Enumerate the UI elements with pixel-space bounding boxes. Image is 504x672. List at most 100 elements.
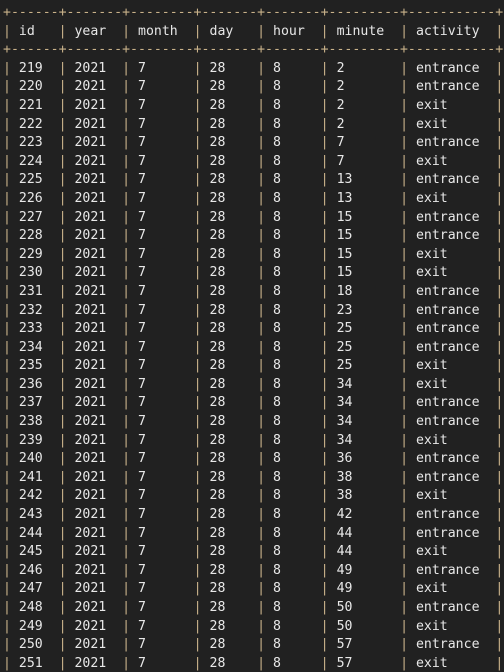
- table-row: | 234 | 2021 | 7 | 28 | 8 | 25 | entranc…: [0, 339, 504, 358]
- cell-day: 28: [201, 265, 258, 281]
- cell-activity: entrance: [408, 507, 496, 523]
- cell-hour: 8: [265, 637, 321, 653]
- cell-year: 2021: [66, 469, 123, 485]
- cell-activity: exit: [408, 116, 496, 132]
- cell-day: 28: [201, 451, 258, 467]
- column-separator: |: [320, 655, 329, 671]
- column-separator: |: [400, 655, 409, 671]
- column-separator: |: [3, 172, 11, 188]
- table-row: | 247 | 2021 | 7 | 28 | 8 | 49 | exit | …: [0, 580, 504, 599]
- column-separator: |: [3, 246, 11, 262]
- cell-hour: 8: [265, 97, 321, 113]
- cell-id: 227: [10, 209, 59, 225]
- column-separator: |: [400, 172, 409, 188]
- cell-day: 28: [201, 79, 258, 95]
- cell-month: 7: [130, 600, 194, 615]
- cell-hour: 8: [265, 153, 321, 169]
- cell-activity: exit: [408, 358, 496, 374]
- cell-activity: exit: [408, 544, 496, 560]
- cell-id: 246: [10, 562, 59, 578]
- cell-id: 224: [10, 153, 59, 169]
- cell-month: 7: [130, 525, 194, 541]
- cell-minute: 50: [328, 618, 401, 634]
- column-separator: |: [3, 97, 11, 113]
- table-row: | 231 | 2021 | 7 | 28 | 8 | 18 | entranc…: [0, 283, 504, 302]
- column-separator: |: [193, 321, 202, 337]
- cell-month: 7: [130, 209, 194, 225]
- column-separator: |: [193, 544, 202, 560]
- cell-minute: 18: [328, 283, 401, 299]
- cell-month: 7: [130, 395, 194, 411]
- column-separator: |: [122, 265, 131, 281]
- column-separator: |: [320, 432, 329, 448]
- cell-day: 28: [201, 135, 258, 151]
- column-separator: |: [400, 209, 409, 225]
- column-separator: |: [400, 190, 409, 206]
- column-header-minute: minute: [328, 23, 401, 39]
- column-separator: |: [122, 79, 131, 95]
- column-separator: |: [3, 451, 11, 467]
- column-separator: |: [400, 135, 409, 151]
- column-separator: |: [193, 283, 202, 299]
- cell-year: 2021: [66, 190, 123, 206]
- table-row: | 226 | 2021 | 7 | 28 | 8 | 13 | exit | …: [0, 190, 504, 209]
- column-separator: |: [58, 525, 67, 541]
- cell-day: 28: [201, 246, 258, 262]
- cell-month: 7: [130, 507, 194, 523]
- cell-minute: 2: [328, 79, 401, 95]
- column-separator: |: [257, 507, 266, 523]
- cell-hour: 8: [265, 321, 321, 337]
- column-separator: |: [257, 618, 266, 634]
- column-separator: |: [257, 302, 266, 318]
- cell-activity: entrance: [408, 525, 496, 541]
- cell-id: 250: [10, 637, 59, 653]
- column-separator: |: [3, 376, 11, 392]
- cell-activity: entrance: [408, 637, 496, 653]
- table-row: | 227 | 2021 | 7 | 28 | 8 | 15 | entranc…: [0, 209, 504, 228]
- column-separator: |: [122, 190, 131, 206]
- table-row: | 221 | 2021 | 7 | 28 | 8 | 2 | exit | 1…: [0, 97, 504, 116]
- column-separator: |: [257, 97, 266, 113]
- column-separator: |: [320, 395, 329, 411]
- table-row: | 245 | 2021 | 7 | 28 | 8 | 44 | exit | …: [0, 543, 504, 562]
- column-separator: |: [58, 321, 67, 337]
- cell-year: 2021: [66, 395, 123, 411]
- cell-year: 2021: [66, 209, 123, 225]
- column-separator: |: [122, 414, 131, 430]
- cell-minute: 7: [328, 135, 401, 151]
- column-separator: |: [320, 60, 329, 76]
- column-separator: |: [122, 321, 131, 337]
- cell-month: 7: [130, 97, 194, 113]
- cell-year: 2021: [66, 432, 123, 448]
- table-row: | 232 | 2021 | 7 | 28 | 8 | 23 | entranc…: [0, 302, 504, 321]
- column-separator: |: [320, 190, 329, 206]
- column-separator: |: [58, 414, 67, 430]
- cell-activity: entrance: [408, 321, 496, 337]
- column-separator: |: [122, 451, 131, 467]
- cell-minute: 15: [328, 228, 401, 244]
- column-separator: |: [122, 97, 131, 113]
- column-separator: |: [400, 507, 409, 523]
- column-separator: |: [400, 97, 409, 113]
- column-separator: |: [3, 488, 11, 504]
- cell-id: 219: [10, 60, 59, 76]
- column-separator: |: [193, 246, 202, 262]
- cell-day: 28: [201, 637, 258, 653]
- cell-activity: exit: [408, 432, 496, 448]
- cell-hour: 8: [265, 135, 321, 151]
- cell-year: 2021: [66, 153, 123, 169]
- cell-year: 2021: [66, 358, 123, 374]
- cell-id: 233: [10, 321, 59, 337]
- cell-id: 235: [10, 358, 59, 374]
- column-separator: |: [320, 488, 329, 504]
- column-separator: |: [3, 432, 11, 448]
- column-separator: |: [320, 321, 329, 337]
- column-separator: |: [58, 135, 67, 151]
- cell-id: 225: [10, 172, 59, 188]
- table-row: | 241 | 2021 | 7 | 28 | 8 | 38 | entranc…: [0, 469, 504, 488]
- column-separator: |: [257, 339, 266, 355]
- column-separator: |: [257, 395, 266, 411]
- column-separator: |: [320, 172, 329, 188]
- column-separator: |: [58, 302, 67, 318]
- cell-year: 2021: [66, 600, 123, 615]
